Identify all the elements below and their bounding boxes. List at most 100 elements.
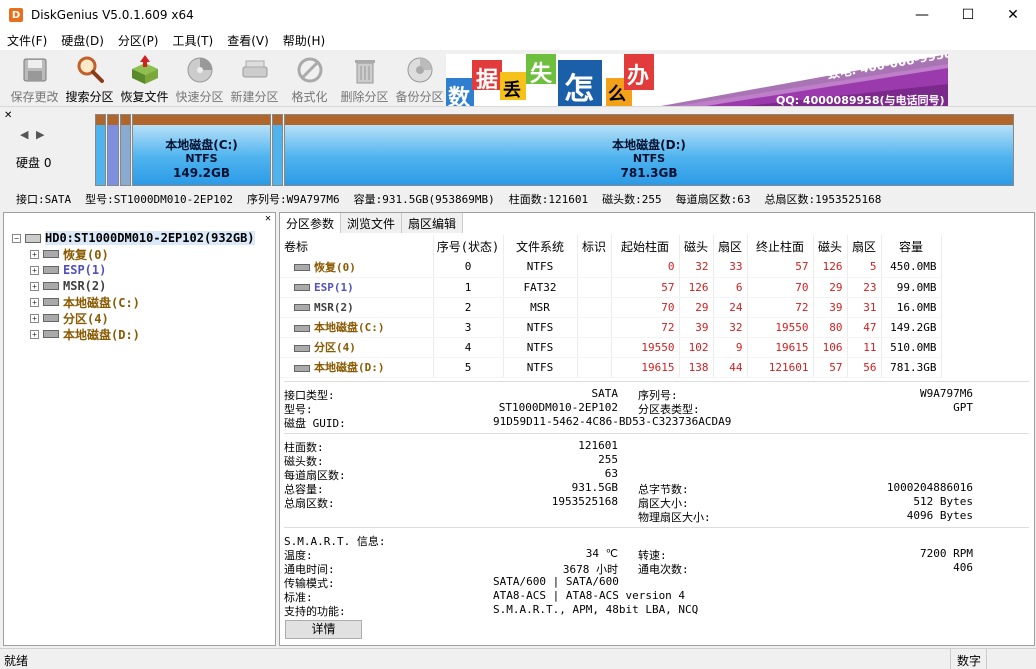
table-row[interactable]: ESP(1) 1 FAT32 57 126 6 70 29 23 99.0MB xyxy=(280,277,942,298)
tree-item[interactable]: + 本地磁盘(D:) xyxy=(30,326,140,342)
col-header-flag[interactable]: 标识 xyxy=(577,235,612,257)
maximize-button[interactable]: ☐ xyxy=(945,0,991,30)
col-header-end-sector[interactable]: 扇区 xyxy=(847,235,882,257)
col-header-label[interactable]: 卷标 xyxy=(280,235,434,257)
menu-help[interactable]: 帮助(H) xyxy=(276,32,332,49)
new-partition-icon xyxy=(242,60,267,78)
partition-block-c[interactable]: 本地磁盘(C:) NTFS 149.2GB xyxy=(132,114,271,186)
recover-files-button[interactable]: 恢复文件 xyxy=(117,53,172,105)
table-row[interactable]: 本地磁盘(D:) 5 NTFS 19615 138 44 121601 57 56 781.3GB xyxy=(280,357,942,378)
collapse-icon[interactable]: − xyxy=(12,233,21,243)
partition-block-recovery[interactable] xyxy=(95,114,106,186)
partition-block-msr[interactable] xyxy=(120,114,131,186)
tree-item[interactable]: + 本地磁盘(C:) xyxy=(30,294,140,310)
tab-partition-params[interactable]: 分区参数 xyxy=(280,213,342,233)
partition-block-esp[interactable] xyxy=(107,114,119,186)
close-panel-icon[interactable]: ✕ xyxy=(4,110,12,121)
menu-disk[interactable]: 硬盘(D) xyxy=(54,32,111,49)
delete-partition-button[interactable]: 删除分区 xyxy=(337,53,392,105)
table-cell: 126 xyxy=(679,277,714,298)
partition-icon xyxy=(43,282,59,290)
col-header-start-cyl[interactable]: 起始柱面 xyxy=(611,235,680,257)
expand-icon[interactable]: + xyxy=(30,281,39,291)
save-icon xyxy=(23,58,46,82)
partition-icon xyxy=(43,250,59,258)
partition-icon xyxy=(43,314,59,322)
expand-icon[interactable]: + xyxy=(30,329,39,339)
col-header-start-head[interactable]: 磁头 xyxy=(679,235,714,257)
col-header-start-sector[interactable]: 扇区 xyxy=(713,235,748,257)
table-cell: 39 xyxy=(679,317,714,338)
tab-browse-files[interactable]: 浏览文件 xyxy=(341,213,403,233)
total-bytes-value: 1000204886016 xyxy=(886,481,973,494)
table-cell: FAT32 xyxy=(503,277,578,298)
tab-sector-edit[interactable]: 扇区编辑 xyxy=(402,213,464,233)
table-cell xyxy=(577,317,612,338)
menu-partition[interactable]: 分区(P) xyxy=(111,32,166,49)
backup-partition-button[interactable]: 备份分区 xyxy=(392,53,447,105)
save-changes-button[interactable]: 保存更改 xyxy=(7,53,62,105)
details-button[interactable]: 详情 xyxy=(285,620,362,639)
tree-item[interactable]: + 分区(4) xyxy=(30,310,109,326)
expand-icon[interactable]: + xyxy=(30,313,39,323)
table-row[interactable]: 分区(4) 4 NTFS 19550 102 9 19615 106 11 510.0MB xyxy=(280,337,942,358)
tree-root-disk[interactable]: − HD0:ST1000DM010-2EP102(932GB) xyxy=(12,230,255,246)
capacity-value: 931.5GB xyxy=(571,481,618,494)
volume-name: 本地磁盘(D:) xyxy=(314,361,385,374)
features-label: 支持的功能: xyxy=(284,605,346,618)
partition-details-panel: 分区参数 浏览文件 扇区编辑 卷标 序号(状态) 文件系统 标识 起始柱面 磁头… xyxy=(279,212,1035,646)
format-icon xyxy=(297,57,322,83)
tree-item[interactable]: + MSR(2) xyxy=(30,278,106,294)
quick-partition-button[interactable]: 快速分区 xyxy=(172,53,227,105)
format-button[interactable]: 格式化 xyxy=(282,53,337,105)
partition-icon xyxy=(294,264,310,272)
volume-label-cell: 本地磁盘(D:) xyxy=(280,357,434,378)
table-cell: 33 xyxy=(713,257,748,278)
partition-block-d[interactable]: 本地磁盘(D:) NTFS 781.3GB xyxy=(284,114,1014,186)
col-header-index[interactable]: 序号(状态) xyxy=(433,235,504,257)
col-header-end-cyl[interactable]: 终止柱面 xyxy=(747,235,814,257)
col-header-capacity[interactable]: 容量 xyxy=(881,235,942,257)
new-partition-button[interactable]: 新建分区 xyxy=(227,53,282,105)
close-button[interactable]: ✕ xyxy=(990,0,1036,30)
table-cell: 56 xyxy=(847,357,882,378)
ad-banner[interactable]: 数 据 丢 失 怎 么 办 DiskGenius团队为您服务! 致电: 400-… xyxy=(446,54,948,106)
table-row[interactable]: MSR(2) 2 MSR 70 29 24 72 39 31 16.0MB xyxy=(280,297,942,318)
iface-value: SATA xyxy=(591,387,619,400)
menu-file[interactable]: 文件(F) xyxy=(0,32,54,49)
power-count-value: 406 xyxy=(953,561,973,574)
expand-icon[interactable]: + xyxy=(30,297,39,307)
disk-info-capacity: 容量:931.5GB(953869MB) xyxy=(353,193,495,206)
table-cell: 23 xyxy=(847,277,882,298)
partition-block-4[interactable] xyxy=(272,114,283,186)
prev-disk-icon[interactable]: ◀ xyxy=(20,128,28,141)
col-header-end-head[interactable]: 磁头 xyxy=(813,235,848,257)
partition-icon xyxy=(43,298,59,306)
table-cell: NTFS xyxy=(503,317,578,338)
menu-tools[interactable]: 工具(T) xyxy=(166,32,221,49)
tree-item[interactable]: + 恢复(0) xyxy=(30,246,109,262)
banner-char: 失 xyxy=(530,62,553,87)
table-cell: 3 xyxy=(433,317,504,338)
volume-label-cell: MSR(2) xyxy=(280,297,434,318)
expand-icon[interactable]: + xyxy=(30,265,39,275)
col-header-fs[interactable]: 文件系统 xyxy=(503,235,578,257)
close-tree-icon[interactable]: ✕ xyxy=(265,213,271,224)
table-cell: 72 xyxy=(747,297,814,318)
table-cell: 29 xyxy=(679,297,714,318)
expand-icon[interactable]: + xyxy=(30,249,39,259)
search-partition-button[interactable]: 搜索分区 xyxy=(62,53,117,105)
table-cell: 5 xyxy=(847,257,882,278)
menu-view[interactable]: 查看(V) xyxy=(220,32,276,49)
table-cell: 5 xyxy=(433,357,504,378)
table-row[interactable]: 本地磁盘(C:) 3 NTFS 72 39 32 19550 80 47 149.2GB xyxy=(280,317,942,338)
tree-item[interactable]: + ESP(1) xyxy=(30,262,106,278)
table-row[interactable]: 恢复(0) 0 NTFS 0 32 33 57 126 5 450.0MB xyxy=(280,257,942,278)
heads-value: 255 xyxy=(598,453,618,466)
banner-char: 数 xyxy=(448,86,471,106)
volume-name: MSR(2) xyxy=(314,300,354,314)
menu-bar: 文件(F) 硬盘(D) 分区(P) 工具(T) 查看(V) 帮助(H) xyxy=(0,30,1036,50)
minimize-button[interactable]: — xyxy=(899,0,945,30)
toolbar-label: 删除分区 xyxy=(340,90,389,104)
next-disk-icon[interactable]: ▶ xyxy=(36,128,44,141)
